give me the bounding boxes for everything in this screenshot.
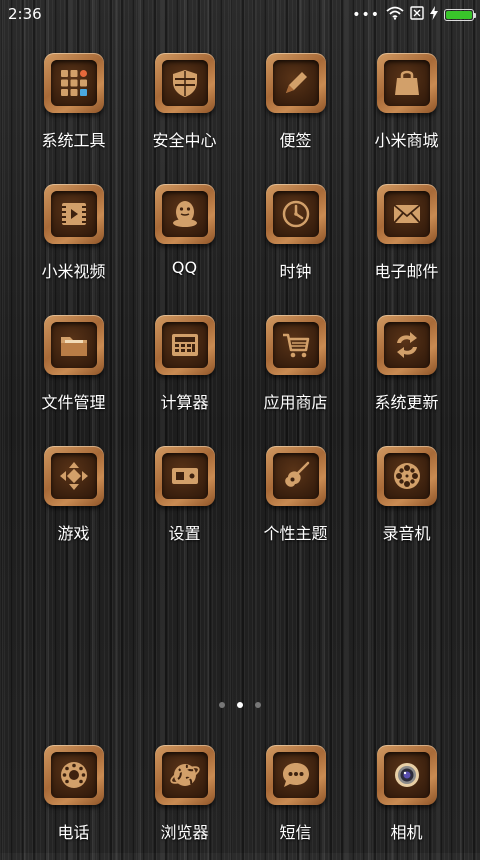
app-label: 小米视频 bbox=[41, 262, 106, 281]
page-dot[interactable] bbox=[237, 702, 243, 708]
app-label: 录音机 bbox=[382, 524, 431, 543]
app-label: 计算器 bbox=[160, 393, 209, 412]
page-indicator bbox=[0, 702, 480, 708]
page-dot[interactable] bbox=[219, 702, 225, 708]
app-label: 电话 bbox=[57, 823, 90, 842]
app-label: 相机 bbox=[390, 823, 423, 842]
app-label: 个性主题 bbox=[263, 524, 328, 543]
clock-icon bbox=[272, 191, 319, 237]
app-icon-frame bbox=[154, 315, 215, 375]
tools-folder-icon bbox=[50, 60, 97, 106]
guitar-icon bbox=[272, 453, 319, 499]
shopping-bag-icon bbox=[383, 60, 430, 106]
app-icon-frame bbox=[43, 446, 104, 506]
app-grid: 系统工具 安全中心 便签 小米商城小米视频 QQ 时钟 电子邮件文件管理 计算器 应用商店 系统更… bbox=[18, 53, 462, 561]
app-settings-toggle[interactable]: 设置 bbox=[129, 446, 240, 561]
app-icon-frame bbox=[43, 315, 104, 375]
app-folder[interactable]: 文件管理 bbox=[18, 315, 129, 430]
app-icon-frame bbox=[376, 315, 437, 375]
mail-envelope-icon bbox=[383, 191, 430, 237]
app-label: 浏览器 bbox=[160, 823, 209, 842]
app-icon-frame bbox=[376, 745, 437, 805]
battery-icon bbox=[444, 8, 476, 21]
app-icon-frame bbox=[376, 446, 437, 506]
status-time: 2:36 bbox=[8, 5, 42, 23]
film-reel-icon bbox=[383, 453, 430, 499]
qq-penguin-icon bbox=[161, 191, 208, 237]
calculator-icon bbox=[161, 322, 208, 368]
app-calculator[interactable]: 计算器 bbox=[129, 315, 240, 430]
globe-browser-icon bbox=[161, 752, 208, 798]
app-icon-frame bbox=[265, 184, 326, 244]
app-video-film[interactable]: 小米视频 bbox=[18, 184, 129, 299]
app-chat-bubble[interactable]: 短信 bbox=[240, 745, 351, 860]
status-bar: 2:36 ••• bbox=[0, 0, 480, 28]
app-label: 文件管理 bbox=[41, 393, 106, 412]
refresh-arrows-icon bbox=[383, 322, 430, 368]
app-icon-frame bbox=[376, 184, 437, 244]
app-icon-frame bbox=[265, 315, 326, 375]
no-sim-icon bbox=[410, 5, 424, 24]
app-pencil-note[interactable]: 便签 bbox=[240, 53, 351, 168]
app-icon-frame bbox=[154, 446, 215, 506]
shield-icon bbox=[161, 60, 208, 106]
app-label: 短信 bbox=[279, 823, 312, 842]
pencil-note-icon bbox=[272, 60, 319, 106]
app-refresh-arrows[interactable]: 系统更新 bbox=[351, 315, 462, 430]
more-dots-icon: ••• bbox=[352, 6, 380, 23]
dock: 电话 浏览器 短信 相机 bbox=[18, 745, 462, 860]
app-film-reel[interactable]: 录音机 bbox=[351, 446, 462, 561]
app-mail-envelope[interactable]: 电子邮件 bbox=[351, 184, 462, 299]
app-rotary-phone[interactable]: 电话 bbox=[18, 745, 129, 860]
app-tools-folder[interactable]: 系统工具 bbox=[18, 53, 129, 168]
app-globe-browser[interactable]: 浏览器 bbox=[129, 745, 240, 860]
app-label: 小米商城 bbox=[374, 131, 439, 150]
page-dot[interactable] bbox=[255, 702, 261, 708]
app-label: 便签 bbox=[279, 131, 312, 150]
shopping-cart-icon bbox=[272, 322, 319, 368]
status-icons: ••• bbox=[352, 5, 476, 24]
dpad-game-icon bbox=[50, 453, 97, 499]
app-label: 电子邮件 bbox=[374, 262, 439, 281]
app-icon-frame bbox=[154, 53, 215, 113]
camera-lens-icon bbox=[383, 752, 430, 798]
app-label: 安全中心 bbox=[152, 131, 217, 150]
folder-icon bbox=[50, 322, 97, 368]
chat-bubble-icon bbox=[272, 752, 319, 798]
battery-level bbox=[446, 10, 472, 19]
app-icon-frame bbox=[376, 53, 437, 113]
app-icon-frame bbox=[154, 745, 215, 805]
video-film-icon bbox=[50, 191, 97, 237]
app-dpad-game[interactable]: 游戏 bbox=[18, 446, 129, 561]
rotary-phone-icon bbox=[50, 752, 97, 798]
charging-icon bbox=[430, 5, 438, 24]
app-label: 应用商店 bbox=[263, 393, 328, 412]
app-qq-penguin[interactable]: QQ bbox=[129, 184, 240, 299]
app-label: 设置 bbox=[168, 524, 201, 543]
app-icon-frame bbox=[43, 184, 104, 244]
app-shopping-bag[interactable]: 小米商城 bbox=[351, 53, 462, 168]
app-icon-frame bbox=[43, 745, 104, 805]
app-clock[interactable]: 时钟 bbox=[240, 184, 351, 299]
app-label: 系统更新 bbox=[374, 393, 439, 412]
app-shield[interactable]: 安全中心 bbox=[129, 53, 240, 168]
app-camera-lens[interactable]: 相机 bbox=[351, 745, 462, 860]
app-label: 时钟 bbox=[279, 262, 312, 281]
app-label: 系统工具 bbox=[41, 131, 106, 150]
wifi-icon bbox=[386, 5, 404, 24]
app-icon-frame bbox=[265, 53, 326, 113]
app-icon-frame bbox=[265, 745, 326, 805]
settings-toggle-icon bbox=[161, 453, 208, 499]
app-guitar[interactable]: 个性主题 bbox=[240, 446, 351, 561]
app-shopping-cart[interactable]: 应用商店 bbox=[240, 315, 351, 430]
app-icon-frame bbox=[154, 184, 215, 244]
app-icon-frame bbox=[265, 446, 326, 506]
app-icon-frame bbox=[43, 53, 104, 113]
app-label: 游戏 bbox=[57, 524, 90, 543]
app-label: QQ bbox=[171, 258, 198, 277]
